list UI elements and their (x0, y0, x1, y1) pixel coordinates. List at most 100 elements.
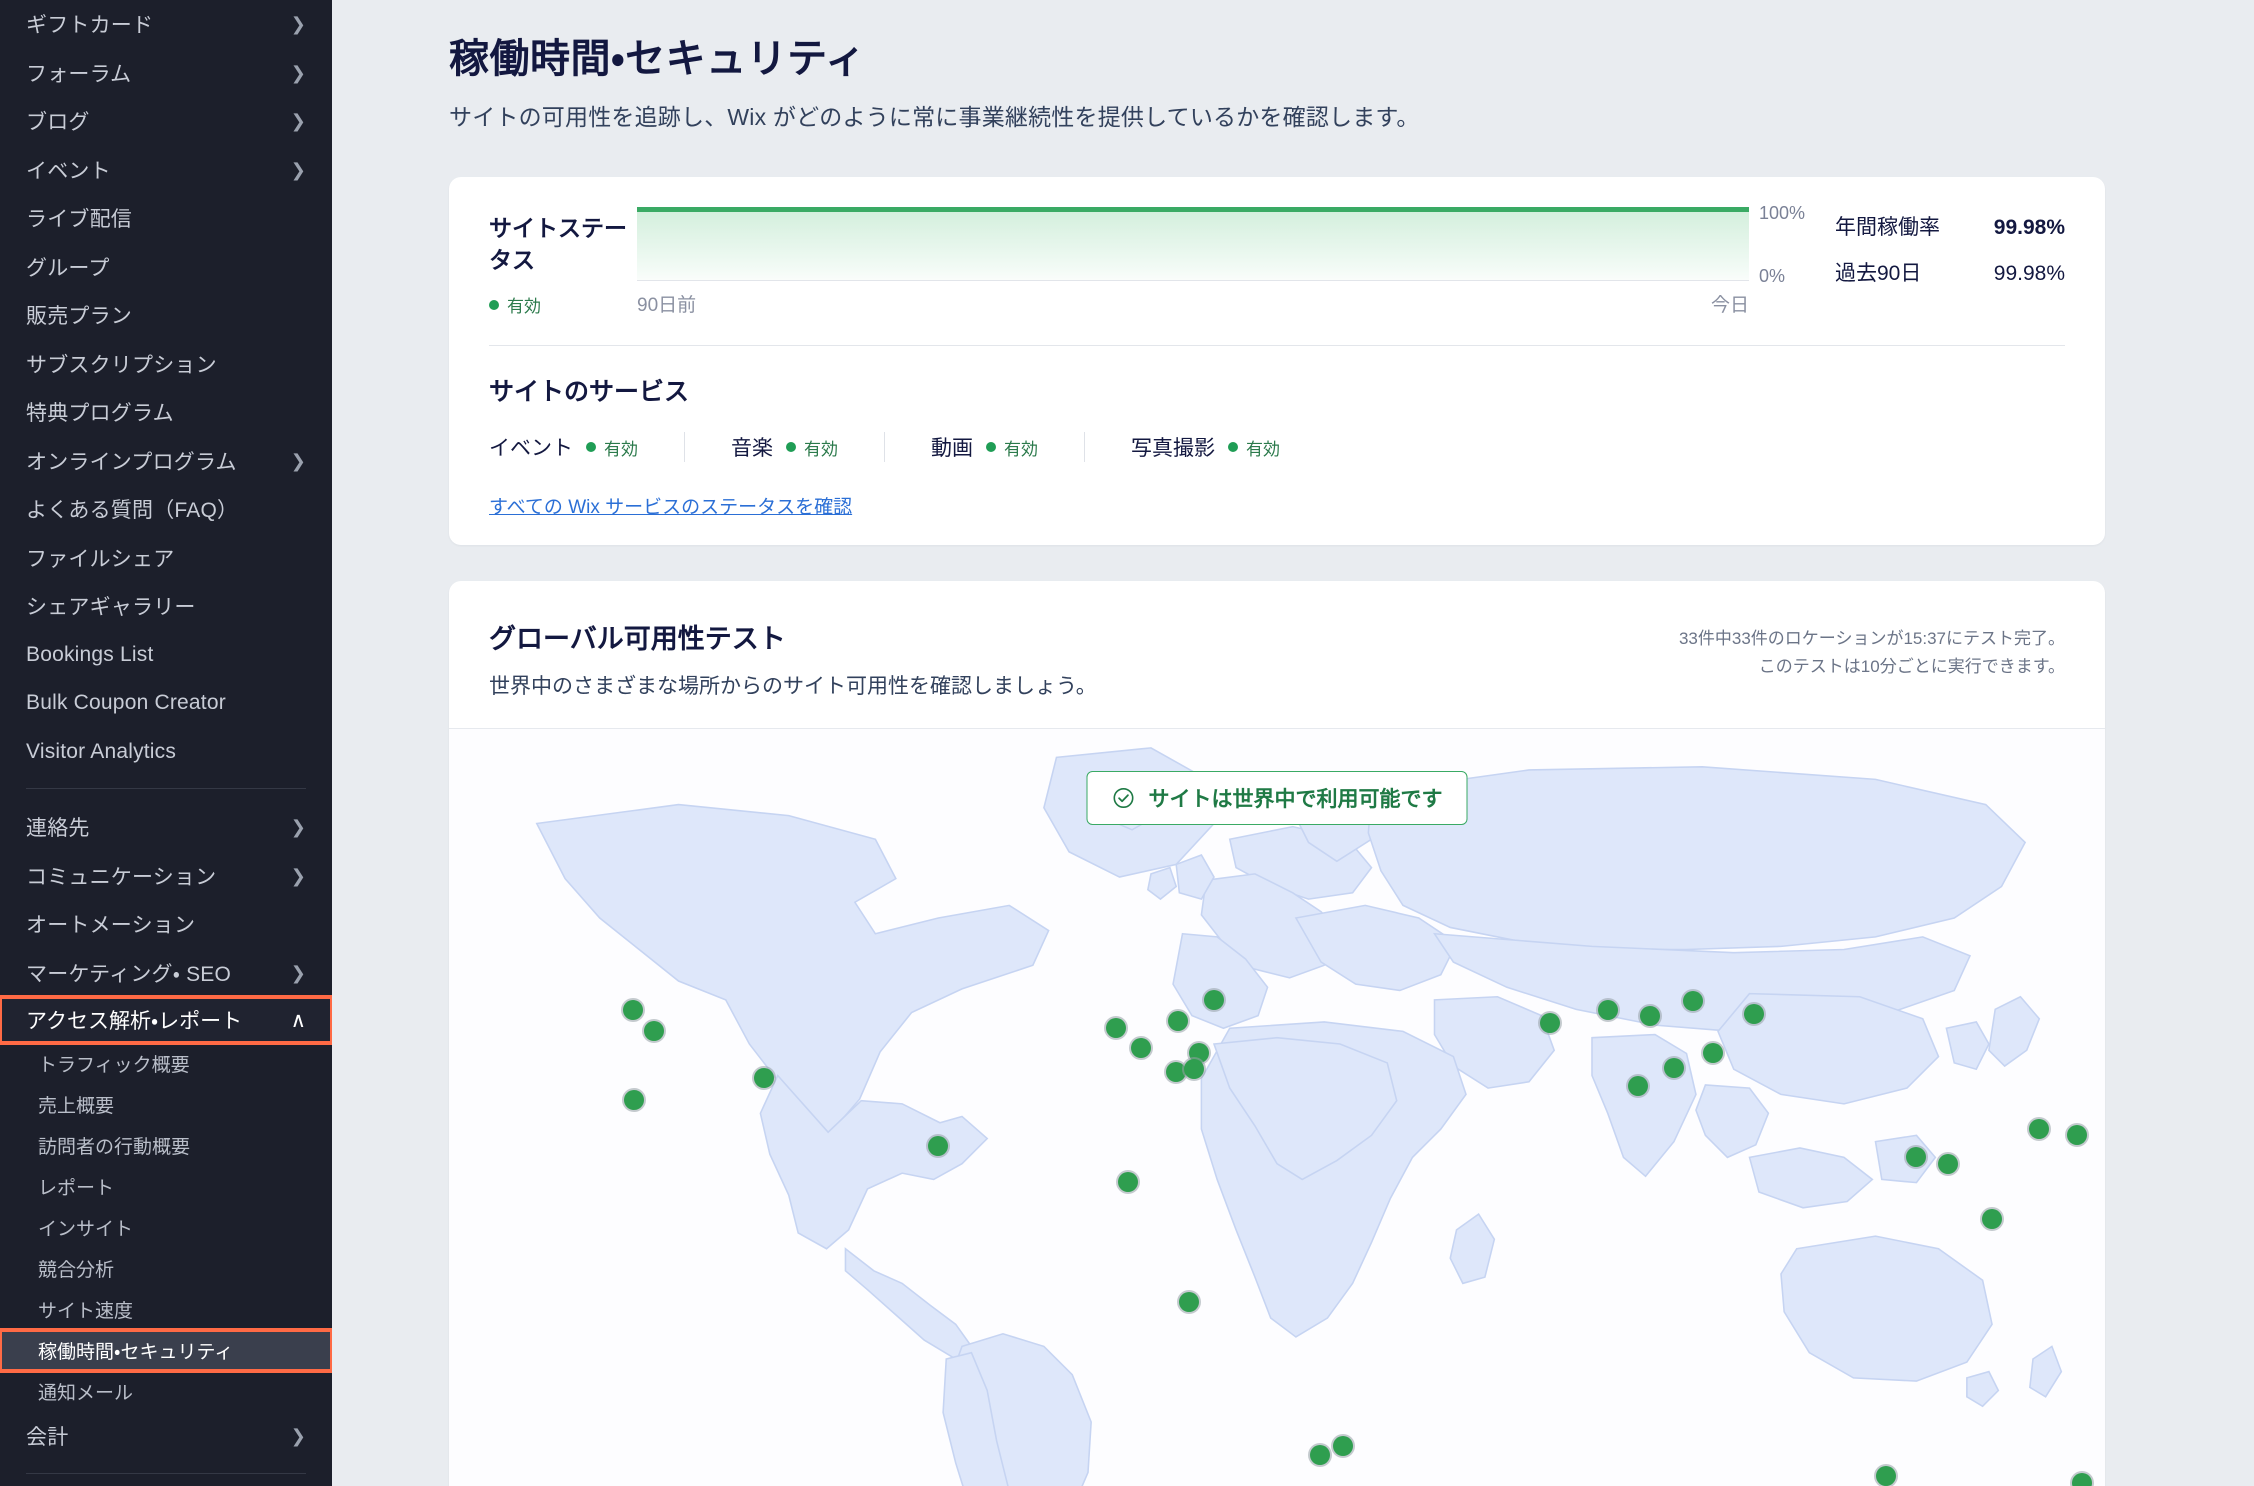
chevron-right-icon: ❯ (290, 962, 306, 983)
map-card-title: グローバル可用性テスト (489, 624, 786, 655)
chevron-right-icon: ❯ (290, 62, 306, 83)
sidebar-subitem[interactable]: 通知メール (0, 1371, 332, 1412)
uptime-x-labels: 90日前 今日 (637, 290, 1805, 317)
sidebar-item-label: サブスクリプション (26, 353, 217, 377)
sidebar-subitem-label: 訪問者の行動概要 (38, 1137, 191, 1158)
map-location-pin[interactable] (1184, 1058, 1205, 1079)
chevron-right-icon: ❯ (290, 450, 306, 471)
map-meta-line-1: 33件中33件のロケーションが15:37にテスト完了。 (1678, 629, 2065, 649)
service-status-item: 音楽 有効 (684, 432, 884, 463)
map-location-pin[interactable] (1682, 990, 1703, 1011)
sidebar-item-label: イベント (26, 159, 111, 183)
map-location-pin[interactable] (1540, 1012, 1561, 1033)
sidebar-subitem-label: インサイト (38, 1219, 134, 1240)
sidebar-item-label: 販売プラン (26, 305, 132, 329)
status-dot-icon (586, 442, 596, 453)
sidebar-item[interactable]: 連絡先 ❯ (0, 803, 332, 852)
metric-90days-label: 過去90日 (1835, 262, 1922, 285)
all-services-status-link[interactable]: すべての Wix サービスのステータスを確認 (489, 492, 852, 519)
sidebar-item[interactable]: グループ (0, 243, 332, 292)
sidebar-subitem-label: 競合分析 (38, 1260, 115, 1281)
sidebar-item[interactable]: Bookings List (0, 631, 332, 680)
map-location-pin[interactable] (1702, 1042, 1723, 1063)
map-location-pin[interactable] (1165, 1061, 1186, 1082)
sidebar-item[interactable]: マーケティング・ SEO ❯ (0, 949, 332, 998)
service-status-text: 有効 (604, 439, 638, 459)
service-name: 写真撮影 (1131, 437, 1215, 461)
map-location-pin[interactable] (2066, 1124, 2087, 1145)
sidebar-item[interactable]: ファイルシェア (0, 534, 332, 583)
map-location-pin[interactable] (1639, 1006, 1660, 1027)
service-name: 音楽 (731, 437, 773, 461)
sidebar-item-label: フォーラム (26, 62, 132, 86)
map-location-pin[interactable] (1937, 1154, 1958, 1175)
map-location-pin[interactable] (1743, 1003, 1764, 1024)
map-location-pin[interactable] (2028, 1119, 2049, 1140)
map-location-pin[interactable] (927, 1135, 948, 1156)
sidebar-item-label: グループ (26, 256, 110, 280)
sidebar-subitem[interactable]: サイト速度 (0, 1289, 332, 1330)
sidebar-item[interactable]: オンラインプログラム ❯ (0, 437, 332, 486)
site-status-card: サイトステータス 有効 100% 0% 90日前 今日 年間稼働率 99.98%… (449, 177, 2105, 546)
service-status: 有効 (786, 435, 838, 460)
check-circle-icon (1112, 786, 1136, 810)
sidebar-item[interactable]: コミュニケーション ❯ (0, 852, 332, 901)
sidebar-item[interactable]: 販売プラン (0, 291, 332, 340)
sidebar-subitem-label: サイト速度 (38, 1301, 134, 1322)
service-status-item: イベント 有効 (489, 432, 684, 462)
map-location-pin[interactable] (1204, 989, 1225, 1010)
page-header: 稼働時間・セキュリティ サイトの可用性を追跡し、Wix がどのように常に事業継続… (332, 0, 2254, 132)
sidebar-item[interactable]: ライブ配信 (0, 194, 332, 243)
sidebar-item-label: ギフトカード (26, 14, 154, 38)
sidebar-scroll-content: ギフトカード ❯ フォーラム ❯ ブログ ❯ イベント ❯ ライブ配信 グループ 販売プラン サブスク… (0, 0, 332, 1474)
sidebar-subitem[interactable]: インサイト (0, 1207, 332, 1248)
map-card-meta: 33件中33件のロケーションが15:37にテスト完了。 このテストは10分ごとに… (1679, 617, 2065, 679)
sidebar-item[interactable]: Bulk Coupon Creator (0, 679, 332, 728)
sidebar-item-label: Bookings List (26, 642, 154, 666)
world-map-graphic (449, 729, 2105, 1486)
sidebar-item[interactable]: よくある質問（FAQ） (0, 485, 332, 534)
map-location-pin[interactable] (1598, 999, 1619, 1020)
map-location-pin[interactable] (1310, 1445, 1331, 1466)
sidebar-item[interactable]: シェアギャラリー (0, 582, 332, 631)
sidebar-item[interactable]: 特典プログラム (0, 388, 332, 437)
services-row: イベント 有効 音楽 有効 動画 有効 写真撮影 有効 (489, 432, 2065, 463)
status-dot-icon (489, 299, 499, 310)
sidebar-subitem[interactable]: 競合分析 (0, 1248, 332, 1289)
map-location-pin[interactable] (1106, 1017, 1127, 1038)
map-location-pin[interactable] (753, 1068, 774, 1089)
sidebar-item[interactable]: フォーラム ❯ (0, 49, 332, 98)
metric-90days: 過去90日 99.98% (1835, 257, 2065, 287)
sidebar-item-label: オンラインプログラム (26, 450, 237, 474)
sidebar-item[interactable]: 会計 ❯ (0, 1412, 332, 1461)
sidebar-item[interactable]: ブログ ❯ (0, 97, 332, 146)
sidebar-subitem[interactable]: 売上概要 (0, 1084, 332, 1125)
sidebar-item[interactable]: イベント ❯ (0, 146, 332, 195)
world-map-body: サイトは世界中で利用可能です (449, 728, 2105, 1486)
sidebar-subitem[interactable]: 訪問者の行動概要 (0, 1125, 332, 1166)
map-location-pin[interactable] (1628, 1075, 1648, 1096)
sidebar-item[interactable]: サブスクリプション (0, 340, 332, 389)
sidebar-group-analytics[interactable]: アクセス解析・レポート ∧ (0, 995, 332, 1045)
map-location-pin[interactable] (2071, 1472, 2092, 1486)
status-dot-icon (986, 442, 996, 453)
sidebar-subitem[interactable]: レポート (0, 1166, 332, 1207)
sidebar-item[interactable]: オートメーション (0, 900, 332, 949)
sidebar-divider (26, 1472, 306, 1474)
service-status-item: 動画 有効 (884, 432, 1084, 463)
metric-yearly: 年間稼働率 99.98% (1835, 211, 2065, 241)
site-status-label: サイトステータス (489, 215, 627, 273)
page-subtitle: サイトの可用性を追跡し、Wix がどのように常に事業継続性を提供しているかを確認… (449, 104, 1420, 130)
sidebar-subitem[interactable]: 稼働時間・セキュリティ (0, 1328, 332, 1373)
chevron-right-icon: ❯ (290, 14, 306, 35)
service-status-text: 有効 (1004, 439, 1038, 459)
service-status-text: 有効 (804, 439, 838, 459)
sidebar-item-label: ライブ配信 (26, 208, 132, 232)
map-location-pin[interactable] (1167, 1011, 1188, 1032)
chevron-up-icon: ∧ (290, 1008, 306, 1032)
sidebar-item[interactable]: ギフトカード ❯ (0, 0, 332, 49)
sidebar-subitem[interactable]: トラフィック概要 (0, 1043, 332, 1084)
status-dot-icon (1228, 442, 1238, 453)
sidebar-item-label: 会計 (26, 1426, 69, 1450)
sidebar-item[interactable]: Visitor Analytics (0, 728, 332, 777)
